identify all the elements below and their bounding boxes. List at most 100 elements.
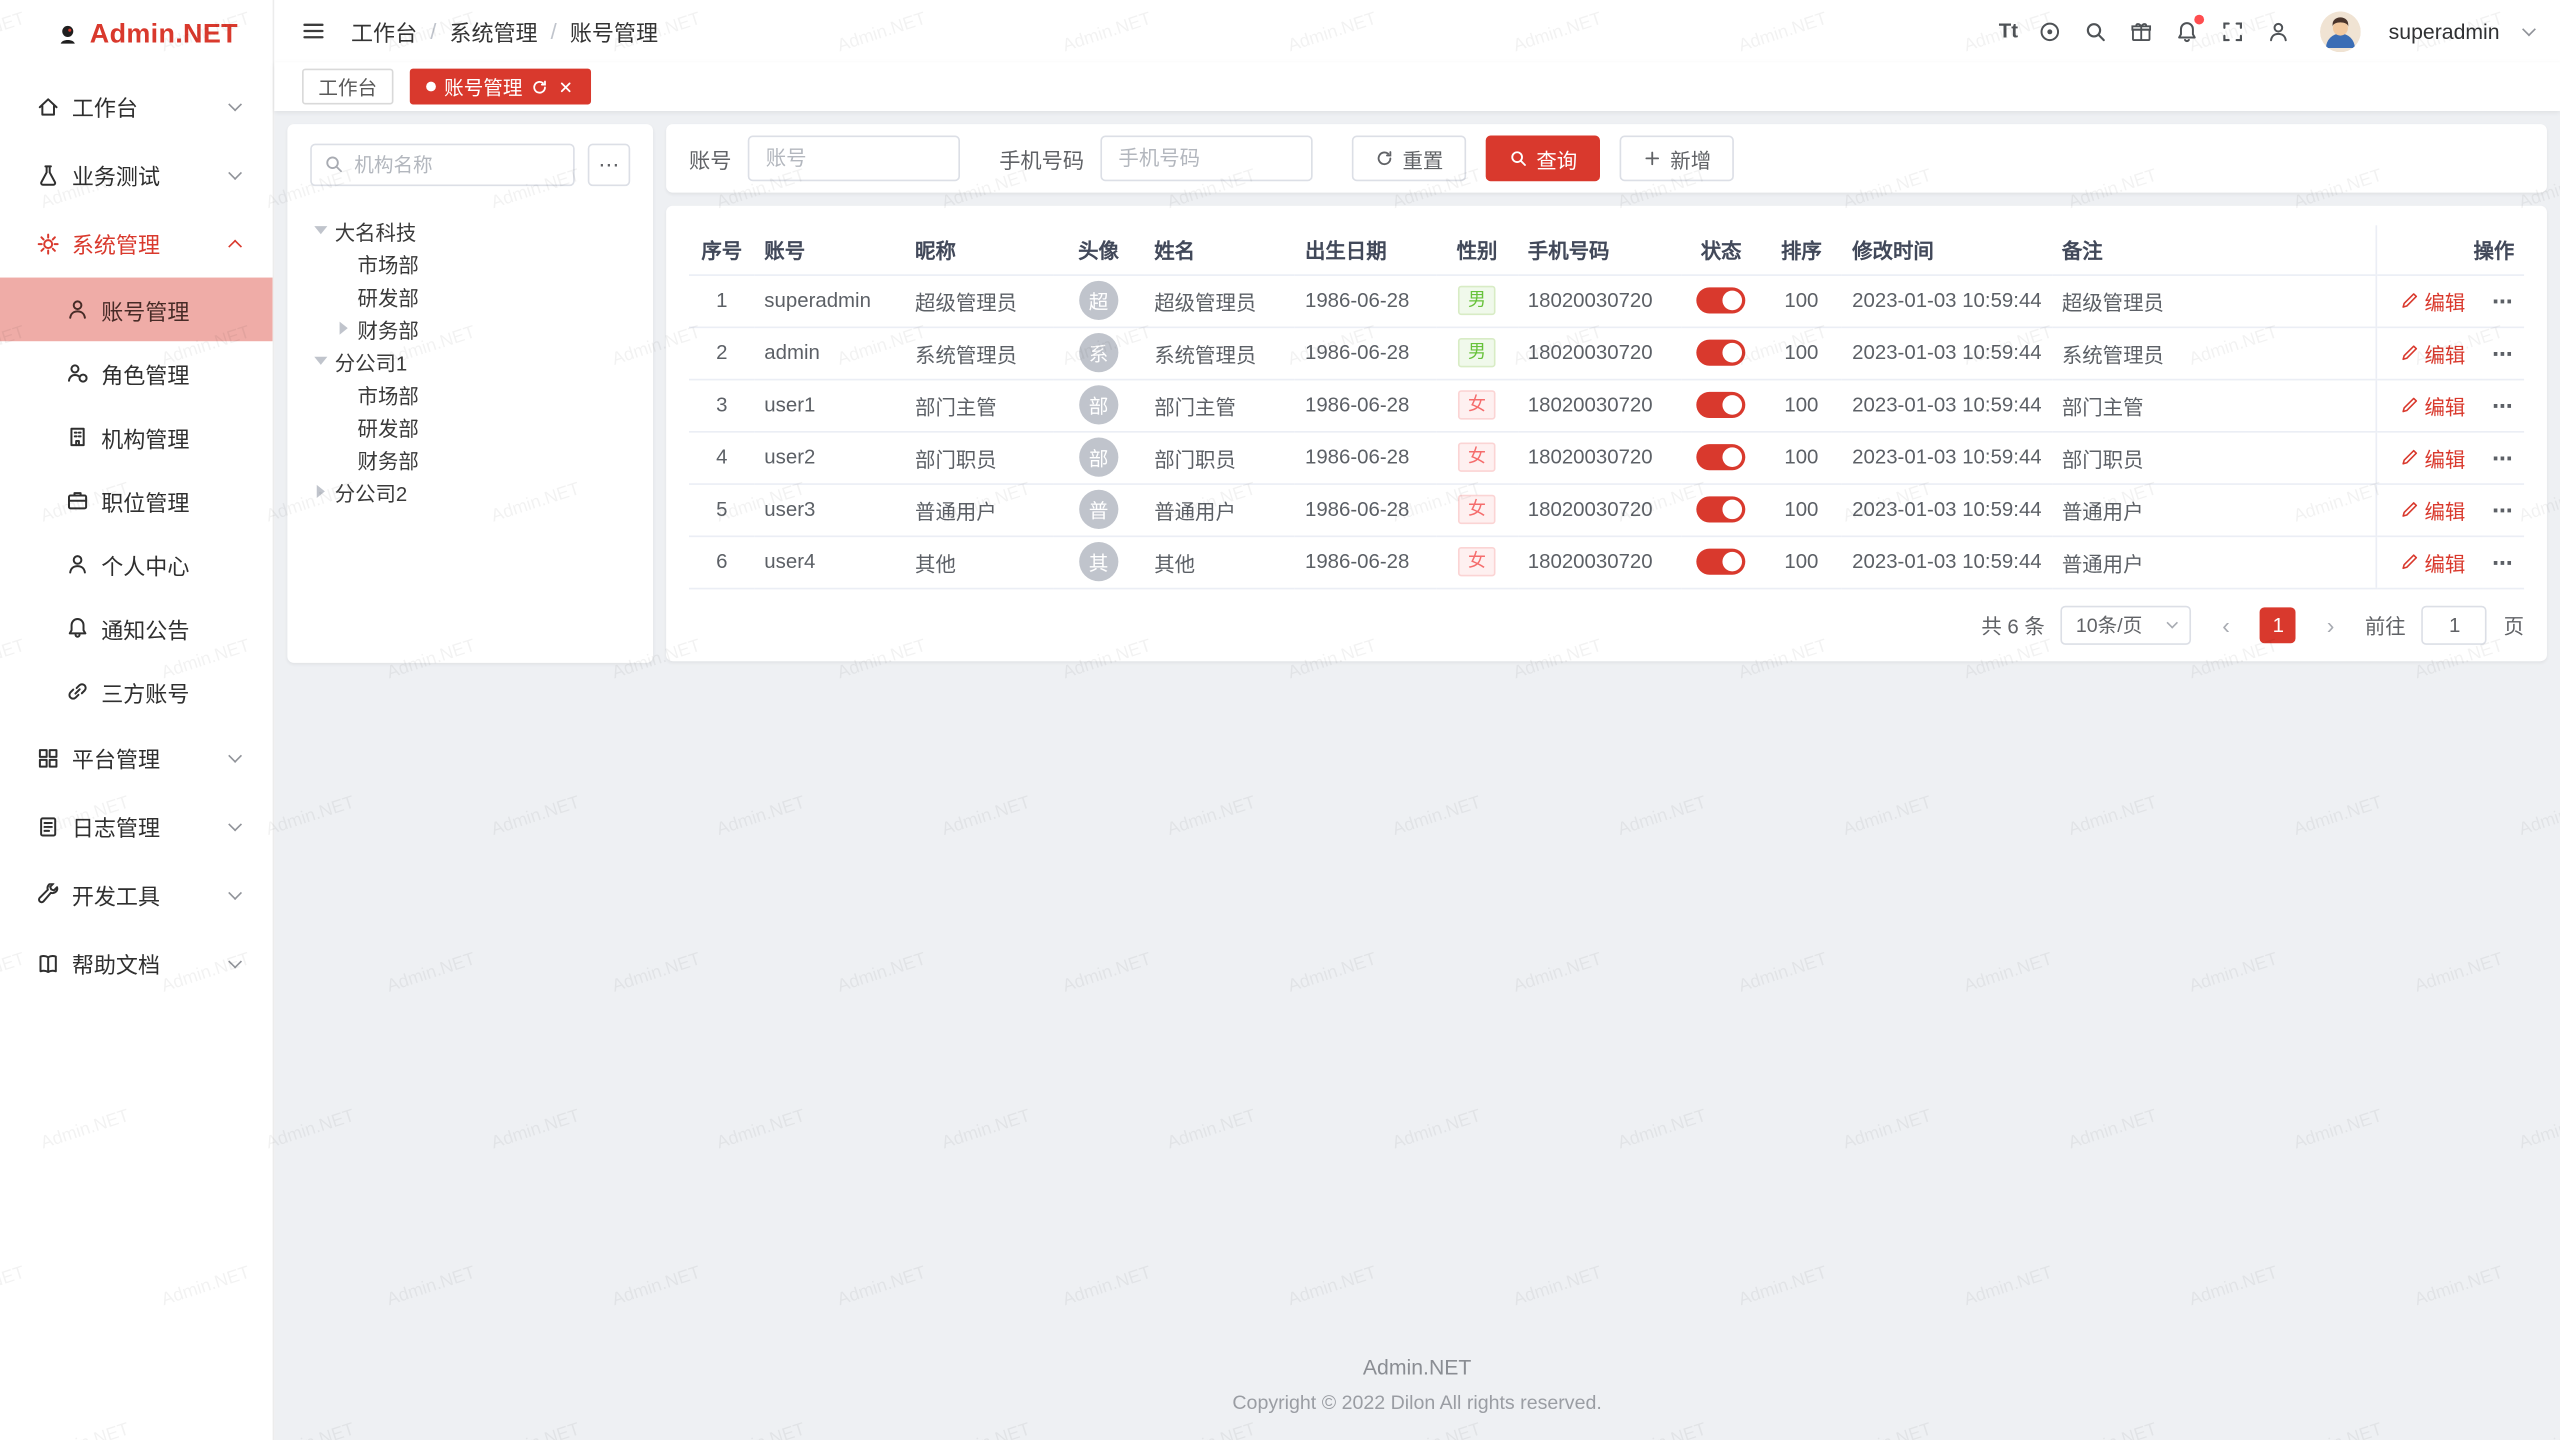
cell-modified: 2023-01-03 10:59:44 <box>1842 483 2052 535</box>
status-toggle[interactable] <box>1697 392 1746 418</box>
page-1-button[interactable]: 1 <box>2260 607 2296 643</box>
pagination: 共 6 条 10条/页 ‹ 1 › 前往 页 <box>689 605 2524 644</box>
sidebar-item[interactable]: 角色管理 <box>0 341 273 405</box>
fullscreen-icon[interactable] <box>2219 17 2247 45</box>
search-icon[interactable] <box>2082 17 2110 45</box>
sidebar-item[interactable]: 平台管理 <box>0 723 273 792</box>
status-toggle[interactable] <box>1697 340 1746 366</box>
tree-node[interactable]: 大名科技 <box>310 214 630 247</box>
sidebar-item-label: 账号管理 <box>101 293 230 326</box>
cell-actions: 编辑 ⋯ <box>2376 536 2524 588</box>
sidebar-item[interactable]: 工作台 <box>0 72 273 141</box>
account-input[interactable] <box>748 136 960 182</box>
sidebar-item[interactable]: 开发工具 <box>0 860 273 929</box>
edit-button[interactable]: 编辑 <box>2400 285 2465 316</box>
cell-name: 普通用户 <box>1144 483 1295 535</box>
col-remark: 备注 <box>2052 225 2376 274</box>
status-toggle[interactable] <box>1697 444 1746 470</box>
row-more-button[interactable]: ⋯ <box>2492 394 2514 417</box>
tree-node[interactable]: 研发部 <box>310 410 630 443</box>
page-size-select[interactable]: 10条/页 <box>2061 605 2192 644</box>
breadcrumb-item[interactable]: 系统管理 <box>449 15 537 48</box>
org-search-input[interactable] <box>310 144 574 186</box>
plus-icon <box>1643 149 1663 169</box>
locale-icon[interactable] <box>2036 17 2064 45</box>
sidebar-item-label: 开发工具 <box>72 878 230 911</box>
reset-button[interactable]: 重置 <box>1352 136 1466 182</box>
cell-phone: 18020030720 <box>1518 327 1682 379</box>
next-page-button[interactable]: › <box>2313 607 2349 643</box>
font-size-icon[interactable]: Tt <box>1999 17 2018 45</box>
cell-remark: 普通用户 <box>2052 483 2376 535</box>
avatar[interactable] <box>2320 11 2361 52</box>
edit-button[interactable]: 编辑 <box>2400 337 2465 368</box>
row-more-button[interactable]: ⋯ <box>2492 551 2514 574</box>
theme-icon[interactable] <box>2127 17 2155 45</box>
phone-input[interactable] <box>1100 136 1312 182</box>
tree-node[interactable]: 市场部 <box>310 247 630 280</box>
chevron-down-icon <box>2167 617 2179 629</box>
cell-gender: 女 <box>1436 483 1518 535</box>
tab[interactable]: 工作台 <box>302 69 393 105</box>
edit-button[interactable]: 编辑 <box>2400 494 2465 525</box>
search-icon <box>323 153 344 174</box>
prev-page-button[interactable]: ‹ <box>2208 607 2244 643</box>
tab-close-icon[interactable] <box>557 78 575 96</box>
row-more-button[interactable]: ⋯ <box>2492 499 2514 522</box>
tree-node[interactable]: 研发部 <box>310 279 630 312</box>
table-row: 5 user3 普通用户 普 普通用户 1986-06-28 女 1802003… <box>689 483 2524 535</box>
sidebar-item[interactable]: 个人中心 <box>0 532 273 596</box>
page-size-value: 10条/页 <box>2076 611 2142 639</box>
breadcrumb: 工作台 / 系统管理 / 账号管理 <box>351 15 658 48</box>
status-toggle[interactable] <box>1697 496 1746 522</box>
tree-node[interactable]: 财务部 <box>310 442 630 475</box>
add-button[interactable]: 新增 <box>1620 136 1734 182</box>
cell-phone: 18020030720 <box>1518 274 1682 326</box>
status-toggle[interactable] <box>1697 549 1746 575</box>
row-more-button[interactable]: ⋯ <box>2492 290 2514 313</box>
tree-node[interactable]: 分公司1 <box>310 344 630 377</box>
cell-sort: 100 <box>1760 431 1842 483</box>
cell-account: user1 <box>755 379 906 431</box>
notification-bell-icon[interactable] <box>2173 17 2201 45</box>
user-profile-icon[interactable] <box>2265 17 2293 45</box>
cell-status <box>1682 483 1761 535</box>
row-more-button[interactable]: ⋯ <box>2492 447 2514 470</box>
cell-index: 6 <box>689 536 755 588</box>
sidebar-item[interactable]: 三方账号 <box>0 660 273 724</box>
edit-button[interactable]: 编辑 <box>2400 442 2465 473</box>
username[interactable]: superadmin <box>2389 19 2500 43</box>
tree-node-label: 市场部 <box>358 378 419 409</box>
edit-button[interactable]: 编辑 <box>2400 389 2465 420</box>
goto-page-input[interactable] <box>2422 605 2487 644</box>
tree-node[interactable]: 市场部 <box>310 377 630 410</box>
cell-name: 部门主管 <box>1144 379 1295 431</box>
search-button[interactable]: 查询 <box>1486 136 1600 182</box>
org-more-button[interactable]: ⋯ <box>588 144 630 186</box>
sidebar-item[interactable]: 帮助文档 <box>0 929 273 998</box>
account-table: 序号 账号 昵称 头像 姓名 出生日期 性别 手机号码 状态 <box>689 225 2524 588</box>
row-avatar: 超 <box>1079 281 1118 320</box>
tab-bar: 工作台 账号管理 <box>274 62 2560 111</box>
page-unit-label: 页 <box>2504 609 2524 640</box>
menu-collapse-icon[interactable] <box>300 18 326 44</box>
edit-icon <box>2400 500 2420 520</box>
sidebar-item[interactable]: 日志管理 <box>0 792 273 861</box>
sidebar-item[interactable]: 账号管理 <box>0 278 273 342</box>
sidebar-item[interactable]: 职位管理 <box>0 469 273 533</box>
org-tree: 大名科技 市场部 研发部 <box>310 214 630 508</box>
breadcrumb-item[interactable]: 工作台 <box>351 15 417 48</box>
edit-button[interactable]: 编辑 <box>2400 546 2465 577</box>
status-toggle[interactable] <box>1697 287 1746 313</box>
sidebar-item[interactable]: 业务测试 <box>0 140 273 209</box>
row-more-button[interactable]: ⋯ <box>2492 342 2514 365</box>
tab-refresh-icon[interactable] <box>531 78 549 96</box>
tab[interactable]: 账号管理 <box>410 69 591 105</box>
sidebar-item[interactable]: 机构管理 <box>0 405 273 469</box>
sidebar-item[interactable]: 通知公告 <box>0 596 273 660</box>
tree-node[interactable]: 分公司2 <box>310 475 630 508</box>
cell-modified: 2023-01-03 10:59:44 <box>1842 379 2052 431</box>
tree-node[interactable]: 财务部 <box>310 312 630 345</box>
cell-nickname: 部门主管 <box>905 379 1052 431</box>
sidebar-item[interactable]: 系统管理 <box>0 209 273 278</box>
